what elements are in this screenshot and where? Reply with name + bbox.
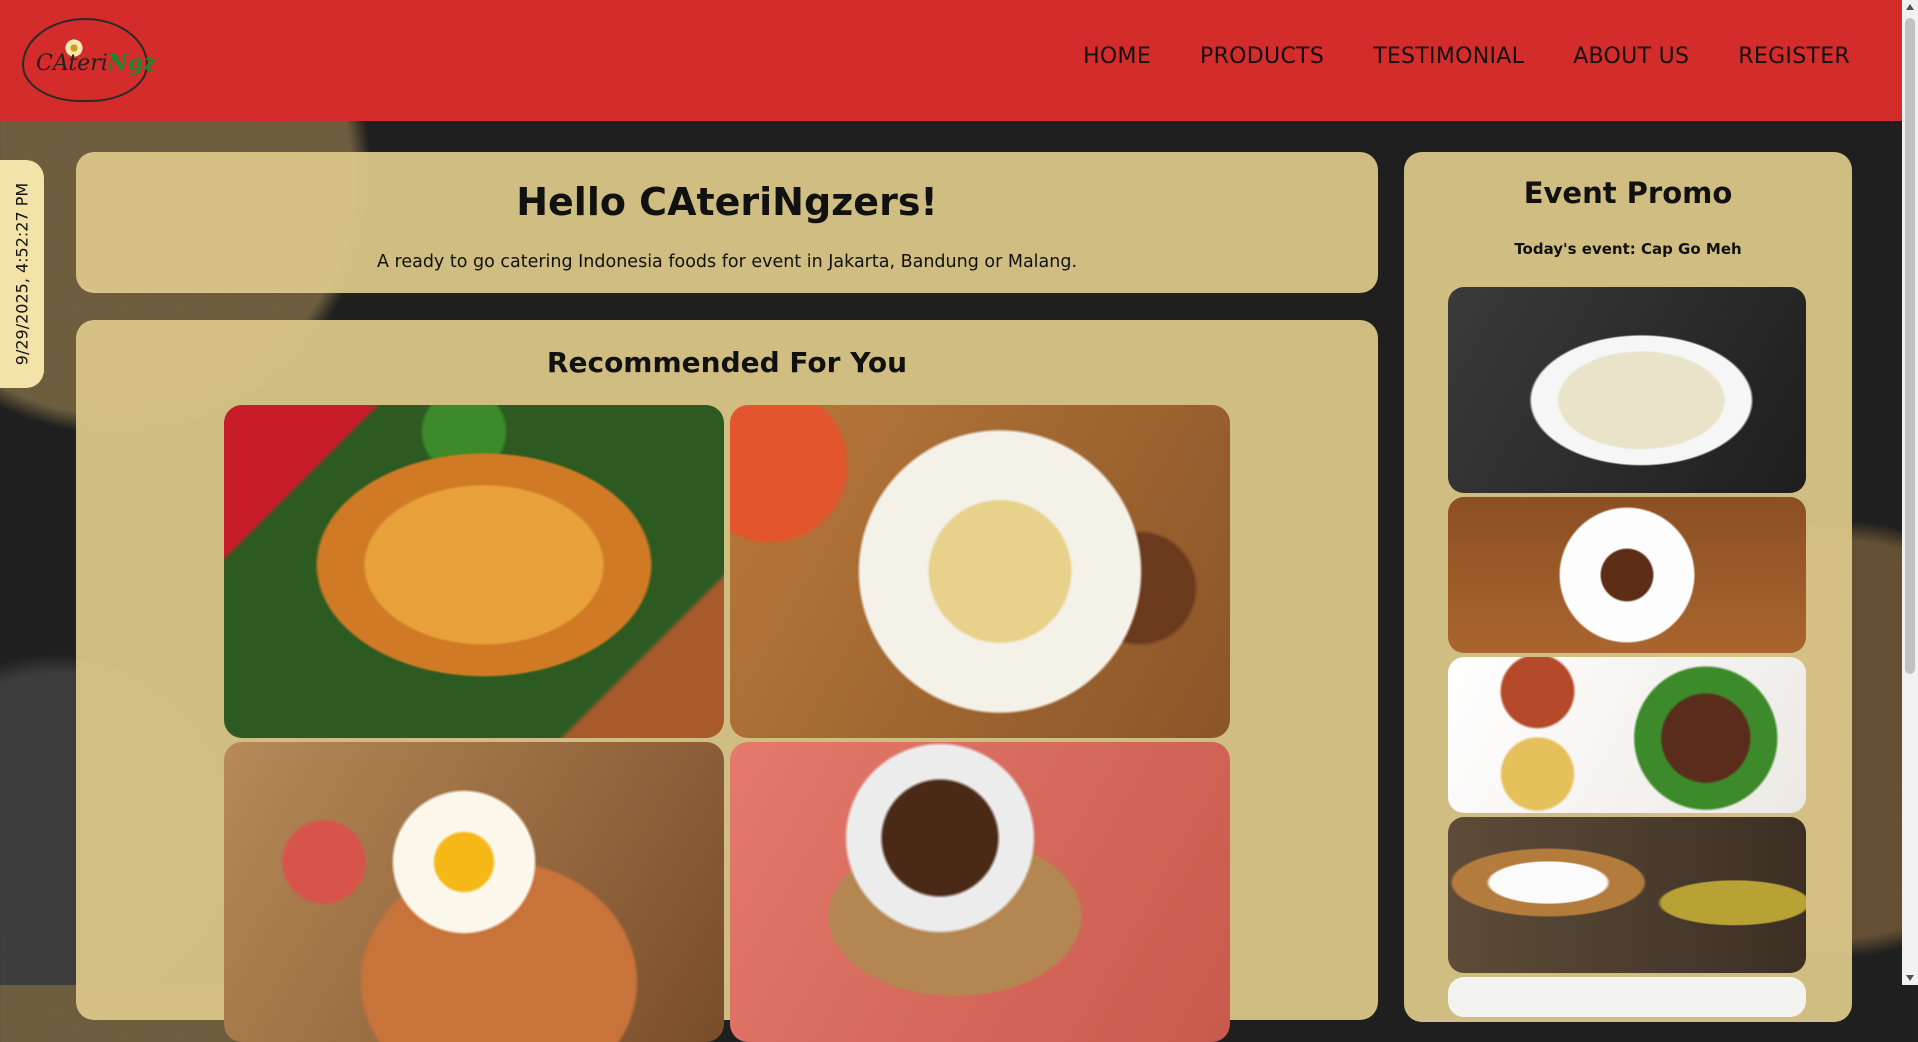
nav-about-us[interactable]: ABOUT US <box>1573 44 1689 69</box>
hero-title: Hello CAteriNgzers! <box>516 180 938 224</box>
logo-text-prefix: CAteri <box>36 51 108 76</box>
scroll-thumb[interactable] <box>1905 18 1915 674</box>
logo-text: CAteriNgz <box>36 50 156 76</box>
promo-title: Event Promo <box>1523 176 1733 210</box>
scroll-up-icon[interactable] <box>1906 4 1914 10</box>
logo-text-suffix: Ngz <box>107 50 156 76</box>
promo-image-partial[interactable] <box>1448 977 1806 1017</box>
page-scrollbar[interactable] <box>1902 0 1918 985</box>
promo-today-event: Today's event: Cap Go Meh <box>1514 240 1742 258</box>
promo-image-fish-curry[interactable] <box>1448 817 1806 973</box>
site-logo[interactable]: CAteriNgz <box>22 18 156 102</box>
nav-home[interactable]: HOME <box>1083 44 1151 69</box>
food-image-noodles[interactable] <box>730 405 1230 738</box>
nav-testimonial[interactable]: TESTIMONIAL <box>1373 44 1524 69</box>
event-promo-panel: Event Promo Today's event: Cap Go Meh <box>1404 152 1852 1022</box>
food-image-beef-stew[interactable] <box>730 742 1230 1042</box>
clock-datetime: 9/29/2025, 4:52:27 PM <box>12 182 32 366</box>
recommended-panel: Recommended For You <box>76 320 1378 1042</box>
nav-products[interactable]: PRODUCTS <box>1200 44 1324 69</box>
recommended-title: Recommended For You <box>546 346 908 379</box>
promo-image-side-dishes[interactable] <box>1448 657 1806 813</box>
promo-image-semur[interactable] <box>1448 497 1806 653</box>
main-nav: HOME PRODUCTS TESTIMONIAL ABOUT US REGIS… <box>1083 44 1850 69</box>
clock-tab: 9/29/2025, 4:52:27 PM <box>0 160 44 388</box>
food-image-fried-rice[interactable] <box>224 742 724 1042</box>
site-header: CAteriNgz HOME PRODUCTS TESTIMONIAL ABOU… <box>0 0 1902 121</box>
nav-register[interactable]: REGISTER <box>1738 44 1850 69</box>
hero-panel: Hello CAteriNgzers! A ready to go cateri… <box>76 152 1378 293</box>
scroll-down-icon[interactable] <box>1906 975 1914 981</box>
food-image-omelette[interactable] <box>224 405 724 738</box>
hero-subtitle: A ready to go catering Indonesia foods f… <box>376 252 1078 272</box>
promo-image-lontong-opor[interactable] <box>1448 287 1806 493</box>
